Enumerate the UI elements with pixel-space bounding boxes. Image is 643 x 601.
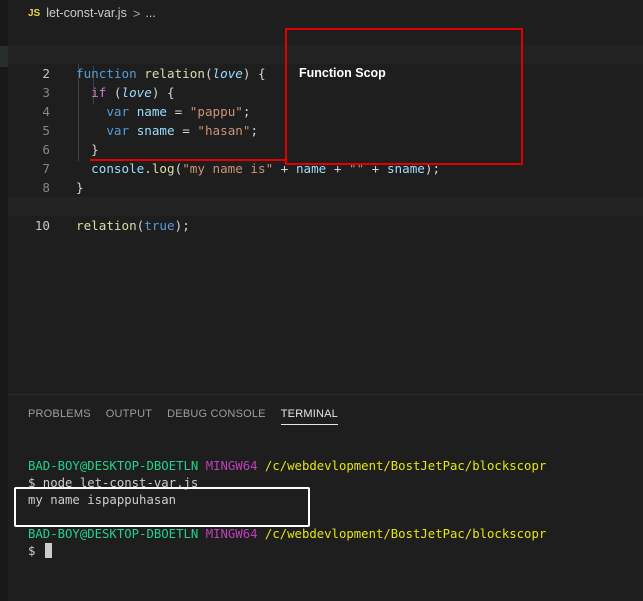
terminal-input-line[interactable]: $ [28,543,52,560]
chevron-right-icon: > [132,5,141,21]
annotation-white-box [14,487,310,527]
panel-tabs: PROBLEMS OUTPUT DEBUG CONSOLE TERMINAL [28,408,353,425]
activity-strip [0,0,8,601]
breadcrumb-file[interactable]: let-const-var.js [46,6,127,20]
tab-terminal[interactable]: TERMINAL [280,408,338,425]
terminal-cursor [44,543,52,558]
annotation-label: Function Scop [299,66,386,80]
tab-debug-console[interactable]: DEBUG CONSOLE [167,408,266,425]
annotation-red-underline [90,159,286,161]
js-file-icon: JS [28,7,41,19]
bottom-panel: PROBLEMS OUTPUT DEBUG CONSOLE TERMINAL B… [8,394,643,601]
code-line-10[interactable]: 10 [8,197,643,233]
code-editor[interactable]: 1 function relation(love) { 2 if (love) … [8,26,643,394]
annotation-red-box [285,28,523,165]
terminal-prompt-line: BAD-BOY@DESKTOP-DBOETLN MINGW64 /c/webde… [28,527,547,541]
breadcrumb: JS let-const-var.js > ... [8,0,643,26]
active-line-marker [0,46,8,67]
line-number: 10 [34,218,50,233]
breadcrumb-more[interactable]: ... [145,6,155,20]
tab-output[interactable]: OUTPUT [106,408,152,425]
terminal-prompt-line: BAD-BOY@DESKTOP-DBOETLN MINGW64 /c/webde… [28,459,547,473]
tab-problems[interactable]: PROBLEMS [28,408,91,425]
code-line-9[interactable]: 9 relation(true); [8,178,643,233]
vscode-window: JS let-const-var.js > ... 1 function rel… [0,0,643,601]
